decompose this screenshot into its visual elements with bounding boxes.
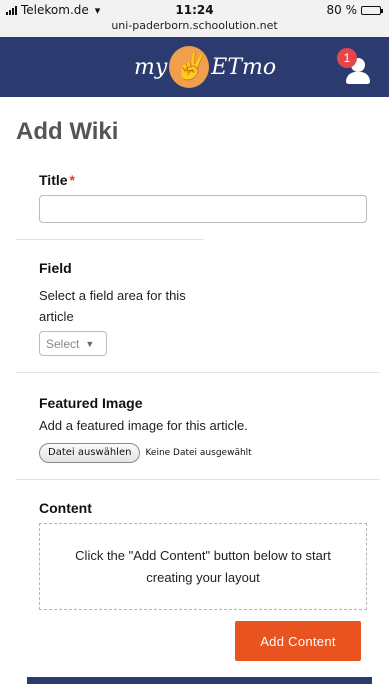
page-title: Add Wiki bbox=[16, 118, 119, 145]
app-logo[interactable]: my ✌ ETmo bbox=[134, 45, 276, 89]
featured-image-label: Featured Image bbox=[39, 395, 143, 411]
footer-bar bbox=[27, 677, 372, 684]
url-bar[interactable]: uni-paderborn.schoolution.net bbox=[0, 19, 389, 32]
logo-text-etmo: ETmo bbox=[211, 54, 277, 80]
battery-icon bbox=[361, 5, 383, 15]
divider bbox=[16, 372, 380, 373]
app-header: my ✌ ETmo bbox=[0, 37, 389, 97]
divider bbox=[16, 239, 204, 240]
user-icon-body bbox=[346, 72, 370, 84]
battery-percent: 80 % bbox=[326, 3, 358, 17]
battery-info: 80 % bbox=[326, 3, 383, 17]
title-label: Title * bbox=[39, 172, 75, 188]
file-picker: Datei auswählen Keine Datei ausgewählt bbox=[39, 443, 252, 463]
logo-text-my: my bbox=[134, 54, 168, 80]
content-placeholder: Click the "Add Content" button below to … bbox=[75, 547, 331, 585]
field-description: Select a field area for this article bbox=[39, 288, 186, 324]
file-status: Keine Datei ausgewählt bbox=[145, 448, 252, 458]
field-select-value: Select bbox=[46, 336, 80, 351]
caret-down-icon: ▼ bbox=[85, 338, 95, 349]
field-label: Field bbox=[39, 260, 72, 276]
user-menu-button[interactable]: 1 bbox=[337, 48, 373, 88]
divider bbox=[16, 479, 380, 480]
title-label-text: Title bbox=[39, 172, 68, 188]
notification-badge: 1 bbox=[337, 48, 357, 68]
title-input[interactable] bbox=[39, 195, 367, 223]
required-marker: * bbox=[69, 172, 75, 188]
field-select[interactable]: Select ▼ bbox=[39, 331, 107, 356]
content-dropzone: Click the "Add Content" button below to … bbox=[39, 523, 367, 610]
choose-file-button[interactable]: Datei auswählen bbox=[39, 443, 141, 463]
victory-hand-icon: ✌ bbox=[169, 46, 210, 88]
featured-image-description: Add a featured image for this article. bbox=[39, 418, 248, 433]
status-bar: Telekom.de ▾ 11:24 uni-paderborn.schoolu… bbox=[0, 0, 389, 37]
content-label: Content bbox=[39, 500, 92, 516]
add-content-button[interactable]: Add Content bbox=[235, 621, 361, 661]
